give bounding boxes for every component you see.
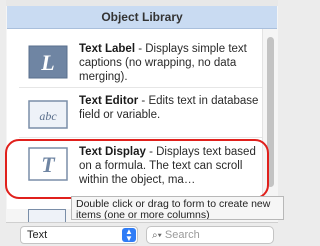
text-label-icon: L	[28, 45, 68, 79]
chevron-updown-icon[interactable]: ▲ ▼	[122, 228, 136, 243]
list-scrollbar[interactable]	[262, 29, 277, 209]
svg-text:T: T	[41, 152, 56, 177]
search-input[interactable]: ⌕▾ Search	[146, 226, 274, 244]
text-label-description: Text Label - Displays simple text captio…	[79, 42, 259, 84]
text-editor-icon: abc	[28, 100, 68, 134]
panel-title: Object Library	[7, 6, 277, 29]
search-icon: ⌕▾	[152, 230, 162, 241]
category-select[interactable]: Text ▲ ▼	[20, 226, 138, 244]
svg-text:L: L	[40, 50, 54, 75]
tooltip: Double click or drag to form to create n…	[71, 196, 284, 220]
scroll-thumb[interactable]	[267, 37, 274, 187]
object-list[interactable]: L Text Label - Displays simple text capt…	[7, 29, 262, 209]
partial-list-icon	[28, 209, 66, 223]
search-placeholder: Search	[164, 229, 200, 241]
list-item-text-display[interactable]: T Text Display - Displays text based on …	[7, 139, 262, 199]
list-item-text-label[interactable]: L Text Label - Displays simple text capt…	[7, 33, 262, 95]
svg-text:abc: abc	[39, 109, 57, 123]
text-editor-description: Text Editor - Edits text in database fie…	[79, 94, 259, 122]
divider	[19, 137, 262, 138]
bottom-toolbar: Text ▲ ▼ ⌕▾ Search	[6, 222, 278, 246]
text-display-icon: T	[28, 147, 68, 181]
item-name: Text Display	[79, 146, 146, 158]
tooltip-line-2: items (one or more columns)	[76, 209, 210, 220]
item-name: Text Editor	[79, 95, 139, 107]
list-item-text-editor[interactable]: abc Text Editor - Edits text in database…	[7, 88, 262, 140]
item-name: Text Label	[79, 43, 136, 55]
text-display-description: Text Display - Displays text based on a …	[79, 145, 259, 187]
category-select-value: Text	[27, 229, 48, 241]
